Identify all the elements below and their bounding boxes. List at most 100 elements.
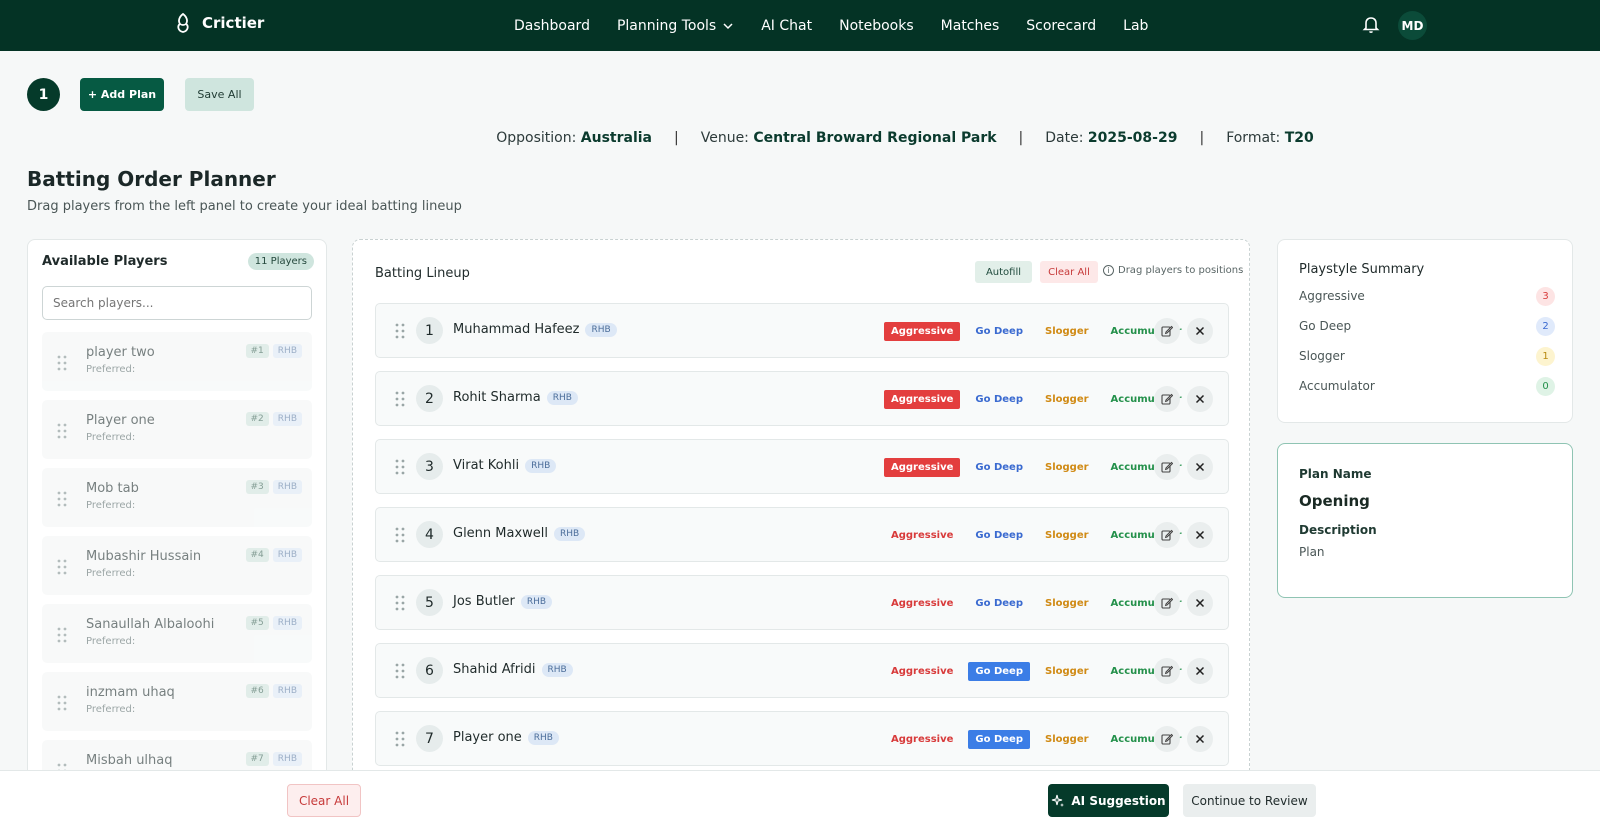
tag-aggressive[interactable]: Aggressive xyxy=(884,730,960,749)
drag-handle-icon[interactable] xyxy=(395,323,405,339)
nav-planning-tools-label: Planning Tools xyxy=(616,17,717,34)
tag-aggressive[interactable]: Aggressive xyxy=(884,458,961,477)
tag-go-deep[interactable]: Go Deep xyxy=(968,526,1030,545)
tag-aggressive[interactable]: Aggressive xyxy=(884,390,961,409)
summary-row-go-deep: Go Deep 2 xyxy=(1299,317,1555,336)
available-player-item[interactable]: Mubashir Hussain Preferred: #4 RHB xyxy=(42,536,312,595)
lineup-row[interactable]: 1 Muhammad Hafeez RHB Aggressive Go Deep Slog… xyxy=(375,303,1229,358)
user-avatar[interactable]: MD xyxy=(1398,11,1427,40)
nav-notebooks[interactable]: Notebooks xyxy=(839,18,914,34)
edit-icon[interactable] xyxy=(1154,522,1180,548)
tag-aggressive[interactable]: Aggressive xyxy=(884,662,960,681)
bell-icon[interactable] xyxy=(1362,14,1380,34)
lineup-clear-all-button[interactable]: Clear All xyxy=(1040,261,1098,283)
edit-icon[interactable] xyxy=(1154,318,1180,344)
remove-icon[interactable] xyxy=(1187,726,1213,752)
edit-icon[interactable] xyxy=(1154,658,1180,684)
tag-go-deep[interactable]: Go Deep xyxy=(968,662,1030,681)
remove-icon[interactable] xyxy=(1187,522,1213,548)
tag-aggressive[interactable]: Aggressive xyxy=(884,526,960,545)
tag-slogger[interactable]: Slogger xyxy=(1038,526,1096,545)
tag-slogger[interactable]: Slogger xyxy=(1038,390,1096,409)
available-player-item[interactable]: Player one Preferred: #2 RHB xyxy=(42,400,312,459)
drag-handle-icon[interactable] xyxy=(395,595,405,611)
nav-scorecard[interactable]: Scorecard xyxy=(1026,18,1096,34)
available-player-item[interactable]: inzmam uhaq Preferred: #6 RHB xyxy=(42,672,312,731)
remove-icon[interactable] xyxy=(1187,386,1213,412)
opposition-value: Australia xyxy=(580,130,652,146)
lineup-row[interactable]: 2 Rohit Sharma RHB Aggressive Go Deep Slogger… xyxy=(375,371,1229,426)
nav-ai-chat[interactable]: AI Chat xyxy=(761,18,812,34)
edit-icon[interactable] xyxy=(1154,726,1180,752)
tag-slogger[interactable]: Slogger xyxy=(1038,594,1096,613)
drag-handle-icon[interactable] xyxy=(395,527,405,543)
batting-hand-badge: RHB xyxy=(525,458,557,473)
tag-slogger[interactable]: Slogger xyxy=(1038,322,1096,341)
available-player-item[interactable]: Sanaullah Albaloohi Preferred: #5 RHB xyxy=(42,604,312,663)
playstyle-summary-panel: Playstyle Summary Aggressive 3 Go Deep 2… xyxy=(1277,239,1573,423)
nav-dashboard[interactable]: Dashboard xyxy=(514,18,590,34)
save-all-button[interactable]: Save All xyxy=(185,78,254,111)
remove-icon[interactable] xyxy=(1187,590,1213,616)
nav-matches[interactable]: Matches xyxy=(941,18,1000,34)
footer-clear-all-button[interactable]: Clear All xyxy=(287,784,361,817)
player-name: player two xyxy=(86,345,155,360)
lineup-row[interactable]: 3 Virat Kohli RHB Aggressive Go Deep Slogger A… xyxy=(375,439,1229,494)
edit-icon[interactable] xyxy=(1154,386,1180,412)
nav-lab[interactable]: Lab xyxy=(1123,18,1148,34)
format-value: T20 xyxy=(1284,130,1314,146)
tag-slogger[interactable]: Slogger xyxy=(1038,662,1096,681)
player-name: Player one xyxy=(86,413,155,428)
lineup-row[interactable]: 5 Jos Butler RHB Aggressive Go Deep Slogger Ac… xyxy=(375,575,1229,630)
drag-handle-icon[interactable] xyxy=(395,731,405,747)
tag-go-deep[interactable]: Go Deep xyxy=(968,322,1030,341)
tag-go-deep[interactable]: Go Deep xyxy=(968,390,1030,409)
drag-handle-icon[interactable] xyxy=(57,695,67,711)
chevron-down-icon xyxy=(723,22,733,29)
drag-handle-icon[interactable] xyxy=(57,491,67,507)
available-player-item[interactable]: Mob tab Preferred: #3 RHB xyxy=(42,468,312,527)
available-player-item[interactable]: player two Preferred: #1 RHB xyxy=(42,332,312,391)
player-number-badge: #1 xyxy=(245,344,269,358)
top-navbar: Crictier Dashboard Planning Tools AI Cha… xyxy=(0,0,1600,51)
drag-handle-icon[interactable] xyxy=(395,663,405,679)
batting-hand-badge: RHB xyxy=(272,344,302,358)
search-players-input[interactable] xyxy=(42,286,312,320)
tag-aggressive[interactable]: Aggressive xyxy=(884,322,961,341)
add-plan-button[interactable]: + Add Plan xyxy=(80,78,164,111)
drag-handle-icon[interactable] xyxy=(57,627,67,643)
tag-go-deep[interactable]: Go Deep xyxy=(968,730,1030,749)
lineup-row[interactable]: 4 Glenn Maxwell RHB Aggressive Go Deep Slogge… xyxy=(375,507,1229,562)
edit-icon[interactable] xyxy=(1154,590,1180,616)
remove-icon[interactable] xyxy=(1187,454,1213,480)
drag-handle-icon[interactable] xyxy=(57,355,67,371)
plan-name-value: Opening xyxy=(1299,492,1370,510)
nav-planning-tools[interactable]: Planning Tools xyxy=(617,18,734,34)
lineup-row[interactable]: 6 Shahid Afridi RHB Aggressive Go Deep Slogge… xyxy=(375,643,1229,698)
brand[interactable]: Crictier xyxy=(174,12,264,34)
ai-suggestion-button[interactable]: AI Suggestion xyxy=(1048,784,1169,817)
footer-bar: Clear All AI Suggestion Continue to Revi… xyxy=(0,770,1600,823)
tag-go-deep[interactable]: Go Deep xyxy=(968,458,1030,477)
drag-handle-icon[interactable] xyxy=(57,559,67,575)
remove-icon[interactable] xyxy=(1187,318,1213,344)
separator: | xyxy=(674,130,679,146)
batting-position: 2 xyxy=(416,385,443,412)
venue-label: Venue: xyxy=(700,130,749,146)
tag-slogger[interactable]: Slogger xyxy=(1038,730,1096,749)
drag-handle-icon[interactable] xyxy=(395,391,405,407)
drag-handle-icon[interactable] xyxy=(57,423,67,439)
drag-handle-icon[interactable] xyxy=(395,459,405,475)
remove-icon[interactable] xyxy=(1187,658,1213,684)
tag-aggressive[interactable]: Aggressive xyxy=(884,594,960,613)
lineup-row[interactable]: 7 Player one RHB Aggressive Go Deep Slogger Ac… xyxy=(375,711,1229,766)
tag-slogger[interactable]: Slogger xyxy=(1038,458,1096,477)
continue-to-review-button[interactable]: Continue to Review xyxy=(1183,784,1316,817)
plan-number-badge[interactable]: 1 xyxy=(27,78,60,111)
plan-description-label: Description xyxy=(1299,523,1377,537)
venue-info: Venue: Central Broward Regional Park xyxy=(701,130,997,146)
tag-go-deep[interactable]: Go Deep xyxy=(968,594,1030,613)
edit-icon[interactable] xyxy=(1154,454,1180,480)
batting-hand-badge: RHB xyxy=(527,730,559,745)
autofill-button[interactable]: Autofill xyxy=(975,261,1032,283)
